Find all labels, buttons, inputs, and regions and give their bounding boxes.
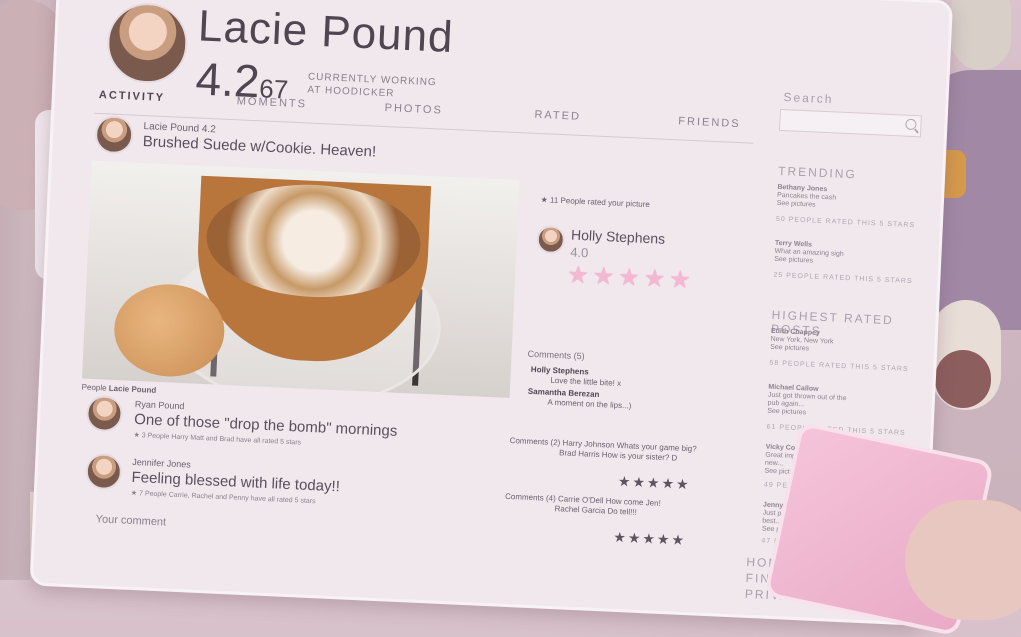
trending-item[interactable]: Bethany Jones Pancakes the cash See pict…	[776, 184, 837, 211]
sidebar: TRENDING Bethany Jones Pancakes the cash…	[745, 145, 925, 603]
comment-text: A moment on the lips...)	[547, 397, 632, 411]
post-photo[interactable]	[82, 160, 520, 398]
highest-link[interactable]: See pictures	[770, 344, 809, 353]
comment-input[interactable]: Your comment	[95, 513, 166, 528]
rater-score: 4.0	[569, 244, 589, 261]
feed-stars[interactable]: ★★★★★	[618, 473, 691, 493]
photo-tag-name[interactable]: Lacie Pound	[109, 384, 157, 395]
feed-author[interactable]: Jennifer Jones	[132, 457, 191, 470]
feed-stars[interactable]: ★★★★★	[613, 529, 686, 549]
trending-link[interactable]: See pictures	[774, 256, 813, 265]
post-author-avatar[interactable]	[94, 114, 134, 155]
photo-tag-label: People	[81, 382, 107, 393]
search-input[interactable]	[778, 108, 922, 138]
rater-name[interactable]: Holly Stephens	[571, 227, 666, 247]
trending-title: TRENDING	[777, 163, 858, 182]
trending-item[interactable]: Terry Wells What an amazing sigh See pic…	[774, 240, 844, 267]
comment-item: Holly Stephens Love the little bite! x	[530, 365, 622, 389]
post-text: Brushed Suede w/Cookie. Heaven!	[142, 133, 377, 161]
trending-link[interactable]: See pictures	[777, 200, 816, 209]
feed-author[interactable]: Ryan Pound	[135, 399, 185, 411]
highest-link[interactable]: See pictures	[767, 408, 806, 417]
tab-moments[interactable]: MOMENTS	[237, 95, 308, 110]
highest-item[interactable]: Michael Callow Just got thrown out of th…	[767, 384, 847, 420]
rating-stars[interactable]: ★★★★★	[567, 260, 696, 295]
feed-avatar[interactable]	[85, 394, 124, 433]
trending-rating: 25 PEOPLE RATED THIS 5 STARS	[773, 271, 913, 286]
search-label: Search	[783, 90, 834, 107]
plush-toy-foot	[935, 350, 991, 408]
highest-line: new...	[764, 459, 784, 468]
comment-item: Samantha Berezan A moment on the lips...…	[527, 387, 632, 412]
comments-title[interactable]: Comments (5)	[527, 349, 584, 362]
search-icon[interactable]	[905, 118, 917, 131]
plush-toy-head	[951, 0, 1011, 70]
feed-comments: Comments (4) Carrie O'Dell How come Jen!…	[504, 492, 661, 519]
highest-item[interactable]: Edith Chappey New York, New York See pic…	[770, 328, 834, 355]
trending-rating: 50 PEOPLE RATED THIS 5 STARS	[775, 215, 916, 230]
rater-avatar[interactable]	[536, 225, 566, 255]
comment-text: Love the little bite! x	[550, 375, 622, 388]
highest-rating: 58 PEOPLE RATED THIS 5 STARS	[769, 359, 909, 374]
feed-avatar[interactable]	[85, 452, 123, 491]
feed-comments: Comments (2) Harry Johnson Whats your ga…	[509, 436, 696, 464]
rated-count: ★ 11 People rated your picture	[540, 195, 651, 210]
tab-rated[interactable]: RATED	[534, 109, 581, 123]
hand	[905, 500, 1021, 620]
rated-count-text: 11 People rated your picture	[549, 195, 651, 210]
photo-tag-caption: People Lacie Pound	[81, 383, 156, 395]
profile-avatar[interactable]	[105, 1, 190, 85]
tab-photos[interactable]: PHOTOS	[384, 102, 443, 117]
tab-friends[interactable]: FRIENDS	[678, 115, 741, 130]
tab-activity[interactable]: ACTIVITY	[99, 89, 166, 104]
